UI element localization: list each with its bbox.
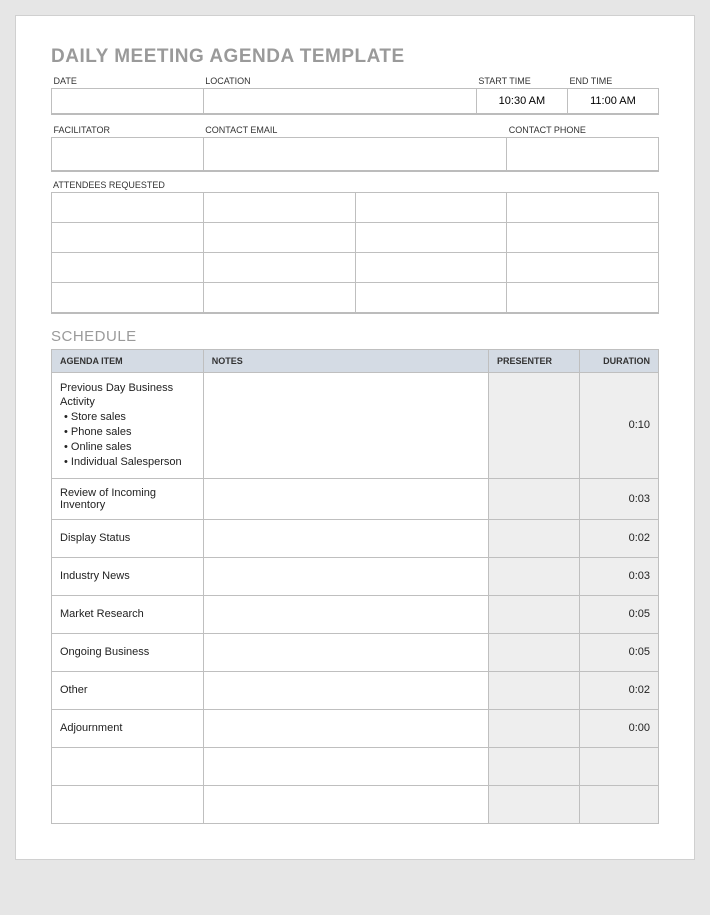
cell-notes[interactable] [203, 747, 488, 785]
attendee-cell[interactable] [52, 193, 204, 223]
cell-presenter[interactable] [489, 671, 580, 709]
cell-notes[interactable] [203, 671, 488, 709]
cell-agenda-item[interactable]: Ongoing Business [52, 633, 204, 671]
cell-presenter[interactable] [489, 709, 580, 747]
label-date: DATE [52, 74, 204, 89]
info-table-1: DATE LOCATION START TIME END TIME 10:30 … [51, 74, 659, 115]
attendee-cell[interactable] [52, 223, 204, 253]
cell-duration[interactable]: 0:03 [580, 557, 659, 595]
attendee-cell[interactable] [203, 253, 355, 283]
cell-agenda-item[interactable]: Previous Day Business Activity• Store sa… [52, 372, 204, 478]
field-location[interactable] [203, 89, 476, 114]
schedule-table: AGENDA ITEM NOTES PRESENTER DURATION Pre… [51, 349, 659, 824]
cell-presenter[interactable] [489, 747, 580, 785]
cell-duration[interactable]: 0:05 [580, 633, 659, 671]
attendee-cell[interactable] [507, 193, 659, 223]
attendee-cell[interactable] [355, 253, 507, 283]
cell-notes[interactable] [203, 372, 488, 478]
field-start-time[interactable]: 10:30 AM [476, 89, 567, 114]
table-row [52, 747, 659, 785]
attendee-cell[interactable] [507, 253, 659, 283]
label-end-time: END TIME [567, 74, 658, 89]
table-row: Other 0:02 [52, 671, 659, 709]
cell-agenda-item[interactable]: Review of Incoming Inventory [52, 478, 204, 519]
table-row: Ongoing Business 0:05 [52, 633, 659, 671]
field-contact-phone[interactable] [507, 137, 659, 171]
attendee-cell[interactable] [355, 193, 507, 223]
cell-notes[interactable] [203, 557, 488, 595]
cell-duration[interactable]: 0:00 [580, 709, 659, 747]
table-row: Display Status 0:02 [52, 519, 659, 557]
cell-presenter[interactable] [489, 478, 580, 519]
table-row: Adjournment 0:00 [52, 709, 659, 747]
label-location: LOCATION [203, 74, 476, 89]
agenda-sub-item: • Phone sales [60, 425, 195, 440]
table-row: Previous Day Business Activity• Store sa… [52, 372, 659, 478]
attendee-cell[interactable] [355, 223, 507, 253]
field-contact-email[interactable] [203, 137, 507, 171]
cell-notes[interactable] [203, 519, 488, 557]
attendee-cell[interactable] [203, 283, 355, 313]
cell-notes[interactable] [203, 785, 488, 823]
cell-notes[interactable] [203, 709, 488, 747]
col-presenter: PRESENTER [489, 349, 580, 372]
cell-duration[interactable] [580, 747, 659, 785]
attendee-cell[interactable] [355, 283, 507, 313]
cell-duration[interactable]: 0:03 [580, 478, 659, 519]
attendees-table [51, 192, 659, 314]
cell-agenda-item[interactable] [52, 785, 204, 823]
cell-presenter[interactable] [489, 785, 580, 823]
cell-presenter[interactable] [489, 595, 580, 633]
schedule-heading: SCHEDULE [51, 328, 659, 345]
col-notes: NOTES [203, 349, 488, 372]
attendee-cell[interactable] [507, 223, 659, 253]
attendee-cell[interactable] [203, 223, 355, 253]
cell-presenter[interactable] [489, 372, 580, 478]
cell-agenda-item[interactable]: Display Status [52, 519, 204, 557]
cell-notes[interactable] [203, 595, 488, 633]
cell-agenda-item[interactable]: Other [52, 671, 204, 709]
label-facilitator: FACILITATOR [52, 123, 204, 138]
agenda-sub-item: • Individual Salesperson [60, 455, 195, 470]
label-attendees: ATTENDEES REQUESTED [51, 180, 659, 190]
cell-notes[interactable] [203, 478, 488, 519]
table-row [52, 785, 659, 823]
label-contact-phone: CONTACT PHONE [507, 123, 659, 138]
cell-presenter[interactable] [489, 519, 580, 557]
page: DAILY MEETING AGENDA TEMPLATE DATE LOCAT… [15, 15, 695, 860]
field-date[interactable] [52, 89, 204, 114]
agenda-sub-item: • Online sales [60, 440, 195, 455]
agenda-sub-item: • Store sales [60, 410, 195, 425]
cell-agenda-item[interactable] [52, 747, 204, 785]
info-table-2: FACILITATOR CONTACT EMAIL CONTACT PHONE [51, 123, 659, 173]
attendee-cell[interactable] [203, 193, 355, 223]
cell-notes[interactable] [203, 633, 488, 671]
cell-duration[interactable]: 0:05 [580, 595, 659, 633]
attendee-cell[interactable] [52, 253, 204, 283]
table-row: Review of Incoming Inventory 0:03 [52, 478, 659, 519]
cell-duration[interactable]: 0:10 [580, 372, 659, 478]
cell-agenda-item[interactable]: Industry News [52, 557, 204, 595]
cell-duration[interactable] [580, 785, 659, 823]
cell-duration[interactable]: 0:02 [580, 671, 659, 709]
agenda-item-text: Previous Day Business Activity [60, 381, 195, 411]
col-agenda-item: AGENDA ITEM [52, 349, 204, 372]
cell-agenda-item[interactable]: Market Research [52, 595, 204, 633]
table-row: Industry News 0:03 [52, 557, 659, 595]
field-facilitator[interactable] [52, 137, 204, 171]
label-start-time: START TIME [476, 74, 567, 89]
cell-presenter[interactable] [489, 633, 580, 671]
attendee-cell[interactable] [507, 283, 659, 313]
cell-agenda-item[interactable]: Adjournment [52, 709, 204, 747]
col-duration: DURATION [580, 349, 659, 372]
field-end-time[interactable]: 11:00 AM [567, 89, 658, 114]
table-row: Market Research 0:05 [52, 595, 659, 633]
attendee-cell[interactable] [52, 283, 204, 313]
label-contact-email: CONTACT EMAIL [203, 123, 507, 138]
page-title: DAILY MEETING AGENDA TEMPLATE [51, 46, 659, 68]
cell-presenter[interactable] [489, 557, 580, 595]
cell-duration[interactable]: 0:02 [580, 519, 659, 557]
